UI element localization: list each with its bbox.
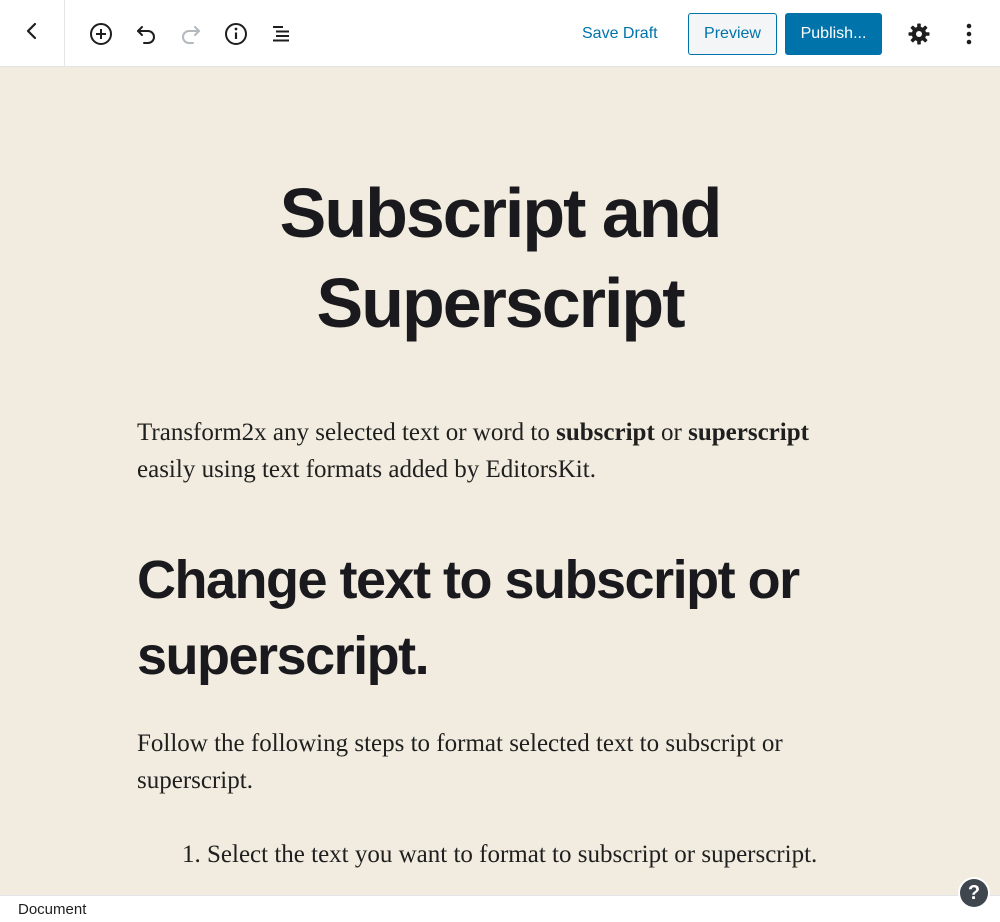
- intro-paragraph[interactable]: Transform2x any selected text or word to…: [137, 414, 857, 488]
- save-draft-button[interactable]: Save Draft: [572, 20, 668, 48]
- block-navigation-icon: [269, 22, 293, 46]
- undo-icon: [134, 22, 158, 46]
- info-icon: [224, 22, 248, 46]
- more-options-button[interactable]: [952, 17, 986, 51]
- intro-bold-subscript: subscript: [556, 419, 655, 446]
- intro-text-3: easily using text formats added by Edito…: [137, 456, 596, 483]
- publish-button[interactable]: Publish...: [785, 13, 882, 55]
- editor-toolbar: Save Draft Preview Publish...: [0, 0, 1000, 67]
- settings-button[interactable]: [902, 17, 936, 51]
- undo-button[interactable]: [129, 17, 163, 51]
- add-block-icon: [89, 22, 113, 46]
- intro-text-2: or: [654, 419, 689, 446]
- section-heading[interactable]: Change text to subscript or superscript.: [137, 542, 857, 694]
- preview-button[interactable]: Preview: [688, 13, 777, 55]
- intro-text-1: Transform2x any selected text or word to: [137, 419, 557, 446]
- chevron-left-icon: [25, 21, 39, 46]
- help-button[interactable]: ?: [958, 877, 990, 909]
- back-button[interactable]: [0, 0, 65, 67]
- add-block-button[interactable]: [84, 17, 118, 51]
- gear-icon: [907, 22, 931, 46]
- intro-bold-superscript: superscript: [688, 419, 809, 446]
- post-title[interactable]: Subscript and Superscript: [150, 168, 850, 348]
- redo-button[interactable]: [174, 17, 208, 51]
- list-item-text: Select the text you want to format to su…: [207, 841, 818, 868]
- redo-icon: [179, 22, 203, 46]
- block-navigation-button[interactable]: [264, 17, 298, 51]
- more-vertical-icon: [965, 22, 973, 46]
- steps-list[interactable]: 1. Select the text you want to format to…: [182, 836, 822, 873]
- list-item-number: 1.: [182, 841, 201, 868]
- list-item: 1. Select the text you want to format to…: [182, 836, 822, 873]
- breadcrumb[interactable]: Document: [18, 901, 86, 918]
- editor-footer: Document: [0, 895, 1000, 922]
- help-icon: ?: [960, 879, 988, 907]
- steps-intro-paragraph[interactable]: Follow the following steps to format sel…: [137, 725, 857, 799]
- info-button[interactable]: [219, 17, 253, 51]
